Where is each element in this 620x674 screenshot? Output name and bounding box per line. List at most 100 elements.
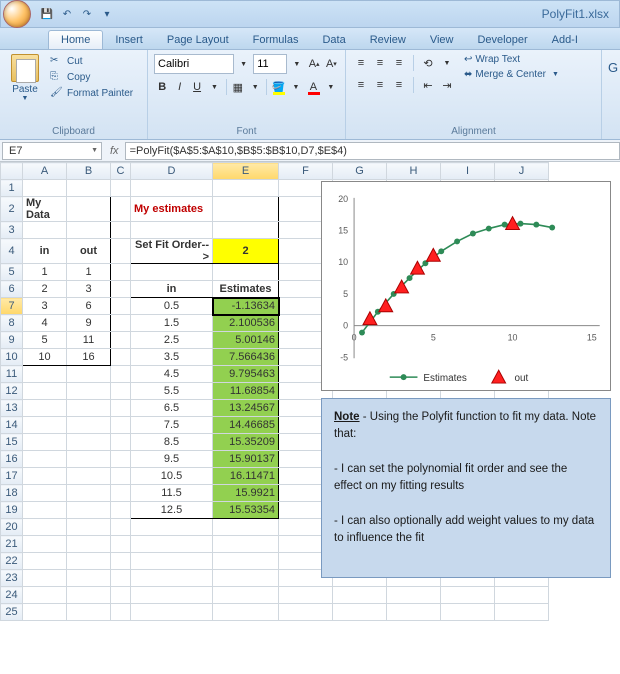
cell[interactable] <box>67 485 111 502</box>
grow-font-button[interactable]: A▴ <box>307 55 322 73</box>
tab-data[interactable]: Data <box>310 31 357 49</box>
cell[interactable] <box>23 180 67 197</box>
select-all-corner[interactable] <box>1 163 23 180</box>
row-header[interactable]: 25 <box>1 604 23 621</box>
cell[interactable] <box>67 417 111 434</box>
col-header[interactable]: G <box>333 163 387 180</box>
note-textbox[interactable]: Note - Using the Polyfit function to fit… <box>321 398 611 578</box>
align-top-button[interactable]: ≡ <box>352 54 370 72</box>
row-header[interactable]: 22 <box>1 553 23 570</box>
cell[interactable] <box>111 434 131 451</box>
cell[interactable]: 6.5 <box>131 400 213 417</box>
align-left-button[interactable]: ≡ <box>352 76 370 94</box>
cell[interactable] <box>67 366 111 383</box>
cell[interactable] <box>111 298 131 315</box>
font-size-select[interactable] <box>253 54 287 74</box>
underline-button[interactable]: U <box>189 78 205 96</box>
cell[interactable] <box>111 570 131 587</box>
cell[interactable]: 7.5 <box>131 417 213 434</box>
col-header[interactable]: I <box>441 163 495 180</box>
cell[interactable] <box>23 222 67 239</box>
cell[interactable]: 5 <box>23 332 67 349</box>
cell[interactable] <box>111 604 131 621</box>
cell[interactable]: in <box>23 239 67 264</box>
align-right-button[interactable]: ≡ <box>390 76 408 94</box>
cell[interactable] <box>131 519 213 536</box>
fill-dropdown-icon[interactable]: ▼ <box>288 78 304 96</box>
row-header[interactable]: 24 <box>1 587 23 604</box>
cell[interactable]: 10.5 <box>131 468 213 485</box>
cell[interactable] <box>111 222 131 239</box>
cut-button[interactable]: ✂Cut <box>48 54 135 68</box>
cell[interactable] <box>213 536 279 553</box>
cell[interactable]: in <box>131 281 213 298</box>
qat-dropdown-icon[interactable]: ▾ <box>99 6 115 22</box>
col-header[interactable]: F <box>279 163 333 180</box>
cell[interactable] <box>67 536 111 553</box>
row-header[interactable]: 3 <box>1 222 23 239</box>
row-header[interactable]: 15 <box>1 434 23 451</box>
cell[interactable] <box>23 485 67 502</box>
cell[interactable]: 3 <box>67 281 111 298</box>
cell[interactable] <box>23 400 67 417</box>
cell[interactable] <box>111 519 131 536</box>
cell[interactable] <box>23 417 67 434</box>
cell[interactable] <box>23 502 67 519</box>
cell[interactable]: 0.5 <box>131 298 213 315</box>
cell[interactable] <box>67 502 111 519</box>
cell[interactable] <box>111 553 131 570</box>
cell[interactable] <box>67 451 111 468</box>
cell[interactable] <box>213 553 279 570</box>
cell[interactable]: 4.5 <box>131 366 213 383</box>
size-dropdown-icon[interactable]: ▼ <box>289 55 304 73</box>
fill-color-button[interactable]: 🪣 <box>270 78 286 96</box>
cell[interactable] <box>23 434 67 451</box>
tab-developer[interactable]: Developer <box>465 31 539 49</box>
tab-home[interactable]: Home <box>48 30 103 49</box>
increase-indent-button[interactable]: ⇥ <box>438 76 456 94</box>
row-header[interactable]: 8 <box>1 315 23 332</box>
cell[interactable] <box>111 197 131 222</box>
cell[interactable] <box>131 536 213 553</box>
row-header[interactable]: 5 <box>1 264 23 281</box>
cell[interactable] <box>23 536 67 553</box>
cell[interactable] <box>213 222 279 239</box>
tab-review[interactable]: Review <box>358 31 418 49</box>
row-header[interactable]: 23 <box>1 570 23 587</box>
decrease-indent-button[interactable]: ⇤ <box>419 76 437 94</box>
cell[interactable]: 9.795463 <box>213 366 279 383</box>
cell[interactable] <box>131 604 213 621</box>
cell[interactable] <box>67 468 111 485</box>
merge-center-button[interactable]: ⬌Merge & Center▼ <box>464 69 559 80</box>
cell[interactable]: 16 <box>67 349 111 366</box>
cell[interactable] <box>131 264 213 281</box>
italic-button[interactable]: I <box>171 78 187 96</box>
cell[interactable] <box>67 197 111 222</box>
cell[interactable] <box>111 281 131 298</box>
cell[interactable] <box>111 349 131 366</box>
cell[interactable] <box>67 553 111 570</box>
cell[interactable] <box>111 417 131 434</box>
cell[interactable] <box>111 366 131 383</box>
cell[interactable]: 10 <box>23 349 67 366</box>
col-header[interactable]: H <box>387 163 441 180</box>
cell[interactable]: My Data <box>23 197 67 222</box>
row-header[interactable]: 4 <box>1 239 23 264</box>
cell[interactable] <box>111 502 131 519</box>
cell[interactable] <box>111 239 131 264</box>
cell[interactable] <box>387 587 441 604</box>
chart[interactable]: 20 15 10 5 0 -5 0 5 10 15 Estimates out <box>321 181 611 391</box>
cell[interactable]: 8.5 <box>131 434 213 451</box>
col-header[interactable]: D <box>131 163 213 180</box>
cell[interactable] <box>23 383 67 400</box>
underline-dropdown-icon[interactable]: ▼ <box>206 78 222 96</box>
font-color-dropdown-icon[interactable]: ▼ <box>323 78 339 96</box>
redo-icon[interactable]: ↷ <box>79 6 95 22</box>
align-middle-button[interactable]: ≡ <box>371 54 389 72</box>
cell[interactable] <box>131 587 213 604</box>
row-header[interactable]: 12 <box>1 383 23 400</box>
cell[interactable]: 2.5 <box>131 332 213 349</box>
cell[interactable] <box>23 468 67 485</box>
paste-button[interactable]: Paste ▼ <box>6 54 44 102</box>
borders-button[interactable]: ▦ <box>230 78 246 96</box>
